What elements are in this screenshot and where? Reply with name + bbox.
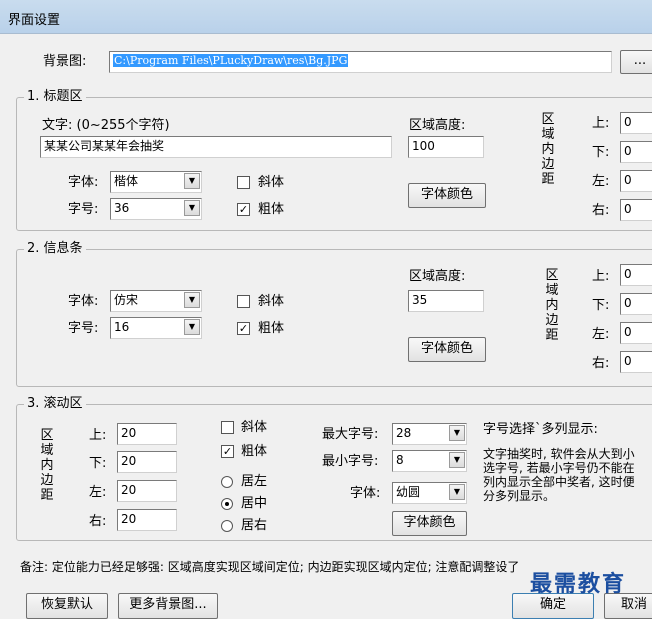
info-padding-right-input[interactable]: 0 bbox=[620, 351, 652, 373]
max-size-select[interactable]: 28 ▼ bbox=[392, 423, 467, 445]
align-right-radio[interactable] bbox=[221, 520, 233, 532]
info-bar-group-title: 2. 信息条 bbox=[24, 241, 86, 257]
background-path-text: C:\Program Files\PLuckyDraw\res\Bg.JPG bbox=[113, 54, 349, 67]
title-height-input[interactable]: 100 bbox=[408, 136, 484, 158]
info-padding-label: 区域内边距 bbox=[545, 268, 559, 343]
title-padding-left-input[interactable]: 0 bbox=[620, 170, 652, 192]
info-height-label: 区域高度: bbox=[409, 269, 466, 284]
title-padding-right-input[interactable]: 0 bbox=[620, 199, 652, 221]
title-padding-top-input[interactable]: 0 bbox=[620, 112, 652, 134]
title-padding-bottom-label: 下: bbox=[592, 145, 610, 160]
info-padding-bottom-input[interactable]: 0 bbox=[620, 293, 652, 315]
title-text-label: 文字: (0~255个字符) bbox=[42, 118, 170, 133]
restore-defaults-button[interactable]: 恢复默认 bbox=[26, 593, 108, 619]
info-padding-right-label: 右: bbox=[592, 356, 610, 371]
scroll-font-color-button[interactable]: 字体颜色 bbox=[392, 511, 467, 536]
align-center-radio[interactable] bbox=[221, 498, 233, 510]
title-bold-label: 粗体 bbox=[258, 202, 285, 217]
chevron-down-icon[interactable]: ▼ bbox=[184, 319, 200, 335]
chevron-down-icon[interactable]: ▼ bbox=[184, 292, 200, 308]
title-font-value: 楷体 bbox=[114, 174, 139, 188]
title-italic-checkbox[interactable] bbox=[237, 176, 250, 189]
watermark-logo: 最需教育 bbox=[530, 571, 627, 597]
hint-heading: 字号选择`多列显示: bbox=[483, 422, 598, 437]
info-font-value: 仿宋 bbox=[114, 293, 139, 307]
title-padding-left-label: 左: bbox=[592, 174, 610, 189]
title-padding-top-label: 上: bbox=[592, 116, 610, 131]
scroll-padding-right-label: 右: bbox=[89, 514, 107, 529]
scroll-bold-label: 粗体 bbox=[241, 444, 268, 459]
hint-line: 选字号, 若最小字号仍不能在 bbox=[483, 461, 635, 475]
scroll-padding-bottom-label: 下: bbox=[89, 456, 107, 471]
title-padding-right-label: 右: bbox=[592, 203, 610, 218]
title-size-select[interactable]: 36 ▼ bbox=[110, 198, 202, 220]
hint-line: 列内显示全部中奖者, 这时便 bbox=[483, 475, 635, 489]
chevron-down-icon[interactable]: ▼ bbox=[184, 200, 200, 216]
info-padding-bottom-label: 下: bbox=[592, 298, 610, 313]
background-path-input[interactable]: C:\Program Files\PLuckyDraw\res\Bg.JPG bbox=[109, 51, 612, 73]
scroll-font-value: 幼圆 bbox=[396, 485, 421, 499]
chevron-down-icon[interactable]: ▼ bbox=[184, 173, 200, 189]
title-size-label: 字号: bbox=[68, 202, 99, 217]
min-size-label: 最小字号: bbox=[322, 454, 379, 469]
scroll-padding-label: 区域内边距 bbox=[40, 428, 54, 503]
scroll-padding-top-input[interactable]: 20 bbox=[117, 423, 177, 445]
info-size-select[interactable]: 16 ▼ bbox=[110, 317, 202, 339]
window-title: 界面设置 bbox=[8, 13, 61, 28]
title-text-input[interactable]: 某某公司某某年会抽奖 bbox=[40, 136, 392, 158]
info-italic-label: 斜体 bbox=[258, 294, 285, 309]
more-backgrounds-button[interactable]: 更多背景图... bbox=[118, 593, 218, 619]
info-font-color-button[interactable]: 字体颜色 bbox=[408, 337, 486, 362]
info-italic-checkbox[interactable] bbox=[237, 295, 250, 308]
info-height-input[interactable]: 35 bbox=[408, 290, 484, 312]
title-italic-label: 斜体 bbox=[258, 175, 285, 190]
min-size-select[interactable]: 8 ▼ bbox=[392, 450, 467, 472]
title-bold-checkbox[interactable]: ✓ bbox=[237, 203, 250, 216]
title-font-color-button[interactable]: 字体颜色 bbox=[408, 183, 486, 208]
scroll-bold-checkbox[interactable]: ✓ bbox=[221, 445, 234, 458]
max-size-label: 最大字号: bbox=[322, 427, 379, 442]
scroll-italic-checkbox[interactable] bbox=[221, 421, 234, 434]
title-font-select[interactable]: 楷体 ▼ bbox=[110, 171, 202, 193]
min-size-value: 8 bbox=[396, 453, 404, 467]
browse-button[interactable]: ... bbox=[620, 50, 652, 74]
title-size-value: 36 bbox=[114, 201, 130, 215]
scroll-area-group-title: 3. 滚动区 bbox=[24, 396, 86, 412]
scroll-padding-right-input[interactable]: 20 bbox=[117, 509, 177, 531]
title-area-group-title: 1. 标题区 bbox=[24, 89, 86, 105]
align-left-radio[interactable] bbox=[221, 476, 233, 488]
align-left-label: 居左 bbox=[241, 474, 268, 489]
scroll-padding-left-label: 左: bbox=[89, 485, 107, 500]
scroll-italic-label: 斜体 bbox=[241, 420, 268, 435]
info-size-value: 16 bbox=[114, 320, 130, 334]
title-padding-bottom-input[interactable]: 0 bbox=[620, 141, 652, 163]
max-size-value: 28 bbox=[396, 426, 412, 440]
info-padding-top-input[interactable]: 0 bbox=[620, 264, 652, 286]
scroll-padding-left-input[interactable]: 20 bbox=[117, 480, 177, 502]
background-label: 背景图: bbox=[43, 54, 87, 69]
title-font-label: 字体: bbox=[68, 175, 99, 190]
scroll-padding-top-label: 上: bbox=[89, 428, 107, 443]
chevron-down-icon[interactable]: ▼ bbox=[449, 452, 465, 468]
info-bold-checkbox[interactable]: ✓ bbox=[237, 322, 250, 335]
title-height-label: 区域高度: bbox=[409, 118, 466, 133]
scroll-padding-bottom-input[interactable]: 20 bbox=[117, 451, 177, 473]
info-size-label: 字号: bbox=[68, 321, 99, 336]
title-padding-label: 区域内边距 bbox=[541, 112, 555, 187]
info-padding-top-label: 上: bbox=[592, 269, 610, 284]
chevron-down-icon[interactable]: ▼ bbox=[449, 425, 465, 441]
info-padding-left-input[interactable]: 0 bbox=[620, 322, 652, 344]
align-center-label: 居中 bbox=[241, 496, 268, 511]
chevron-down-icon[interactable]: ▼ bbox=[449, 484, 465, 500]
info-padding-left-label: 左: bbox=[592, 327, 610, 342]
info-bold-label: 粗体 bbox=[258, 321, 285, 336]
scroll-font-select[interactable]: 幼圆 ▼ bbox=[392, 482, 467, 504]
hint-line: 文字抽奖时, 软件会从大到小 bbox=[483, 447, 635, 461]
hint-line: 分多列显示。 bbox=[483, 489, 556, 503]
info-font-select[interactable]: 仿宋 ▼ bbox=[110, 290, 202, 312]
info-font-label: 字体: bbox=[68, 294, 99, 309]
window-titlebar: 界面设置 bbox=[0, 0, 652, 34]
scroll-font-label: 字体: bbox=[350, 486, 381, 501]
align-right-label: 居右 bbox=[241, 518, 268, 533]
